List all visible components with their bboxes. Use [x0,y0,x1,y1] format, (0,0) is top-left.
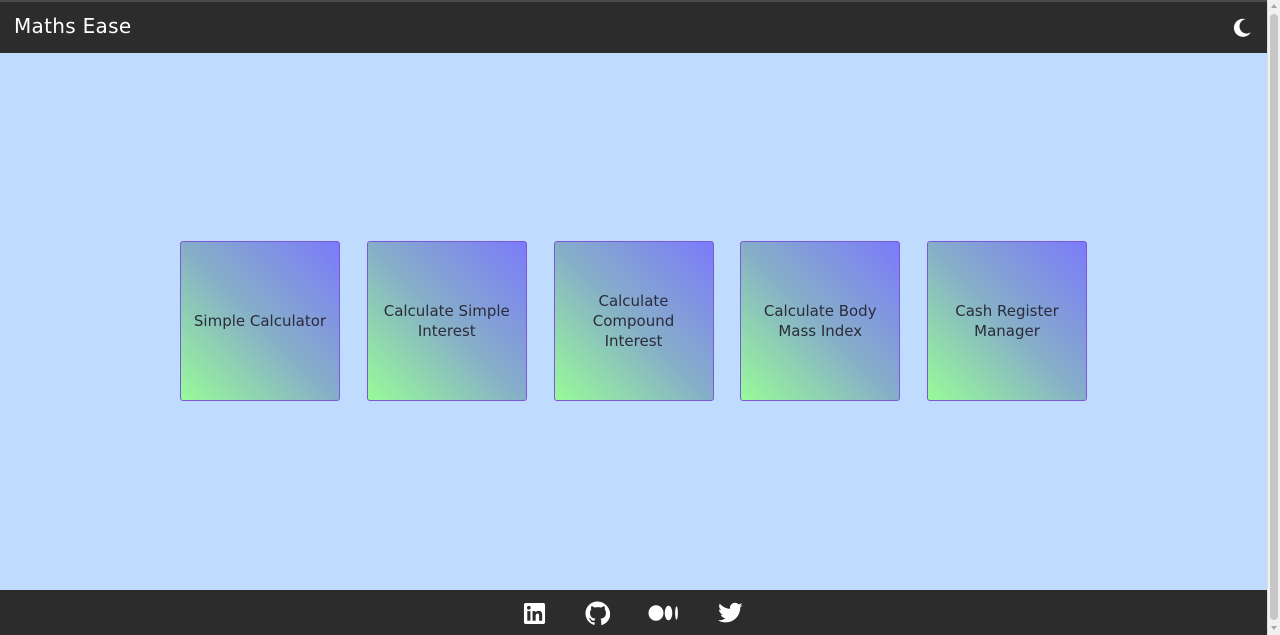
app-title[interactable]: Maths Ease [14,14,131,38]
linkedin-link[interactable] [521,600,547,626]
card-cash-register-manager[interactable]: Cash Register Manager [927,241,1087,401]
linkedin-icon [523,602,545,624]
medium-icon [648,605,678,621]
scroll-up-arrow-icon[interactable] [1271,4,1277,8]
page: Maths Ease Simple Calculator Calculate S… [0,0,1267,635]
card-label: Cash Register Manager [955,302,1059,340]
footer [0,590,1267,635]
card-simple-interest[interactable]: Calculate Simple Interest [366,241,527,401]
card-label: Calculate Simple Interest [383,302,510,340]
tools-grid: Simple Calculator Calculate Simple Inter… [180,241,1087,401]
vertical-scrollbar[interactable] [1267,0,1280,635]
medium-link[interactable] [648,600,680,626]
twitter-icon [717,602,743,623]
card-body-mass-index[interactable]: Calculate Body Mass Index [740,241,901,401]
card-label: Simple Calculator [193,312,327,330]
card-compound-interest[interactable]: Calculate Compound Interest [553,241,714,401]
github-icon [585,601,610,625]
theme-toggle-button[interactable] [1230,16,1254,40]
moon-icon [1233,18,1251,37]
card-label: Calculate Body Mass Index [763,302,877,340]
card-simple-calculator[interactable]: Simple Calculator [180,241,340,401]
scroll-down-arrow-icon[interactable] [1271,626,1277,630]
github-link[interactable] [584,600,610,626]
top-navbar: Maths Ease [0,0,1267,53]
card-label: Calculate Compound Interest [592,292,675,350]
scroll-thumb[interactable] [1270,14,1278,620]
twitter-link[interactable] [717,600,743,626]
